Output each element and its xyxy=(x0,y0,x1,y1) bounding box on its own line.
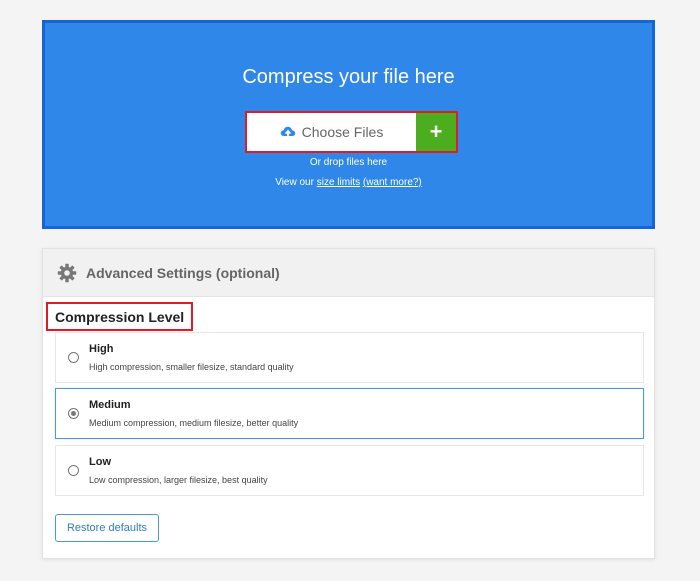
option-title: Medium xyxy=(89,399,131,411)
choose-files-group: Choose Files + xyxy=(245,111,458,153)
restore-defaults-button[interactable]: Restore defaults xyxy=(55,514,159,542)
drop-files-hint: Or drop files here xyxy=(309,157,388,168)
option-low[interactable]: Low Low compression, larger filesize, be… xyxy=(55,445,644,496)
size-limits-line: View our size limits (want more?) xyxy=(45,177,652,188)
option-description: Low compression, larger filesize, best q… xyxy=(89,475,268,485)
choose-files-button[interactable]: Choose Files xyxy=(247,113,416,151)
option-high[interactable]: High High compression, smaller filesize,… xyxy=(55,332,644,383)
want-more-link[interactable]: (want more?) xyxy=(363,177,422,188)
radio-medium[interactable] xyxy=(68,408,79,419)
limits-prefix: View our xyxy=(275,177,314,188)
option-medium[interactable]: Medium Medium compression, medium filesi… xyxy=(55,388,644,439)
option-title: Low xyxy=(89,456,111,468)
advanced-settings-header[interactable]: Advanced Settings (optional) xyxy=(43,249,654,297)
option-title: High xyxy=(89,343,114,355)
advanced-settings-card: Advanced Settings (optional) Compression… xyxy=(42,248,655,559)
choose-files-label: Choose Files xyxy=(301,124,384,140)
upload-panel[interactable]: Compress your file here Choose Files + O… xyxy=(42,20,655,229)
option-description: Medium compression, medium filesize, bet… xyxy=(89,418,299,428)
add-file-button[interactable]: + xyxy=(416,113,456,151)
radio-low[interactable] xyxy=(68,465,79,476)
advanced-settings-title: Advanced Settings (optional) xyxy=(86,264,280,281)
upload-title: Compress your file here xyxy=(242,66,455,88)
gear-icon xyxy=(57,263,77,282)
size-limits-link[interactable]: size limits xyxy=(317,177,360,188)
cloud-upload-icon xyxy=(280,126,295,138)
compression-level-heading: Compression Level xyxy=(46,302,194,331)
radio-high[interactable] xyxy=(68,352,79,363)
option-description: High compression, smaller filesize, stan… xyxy=(89,362,294,372)
